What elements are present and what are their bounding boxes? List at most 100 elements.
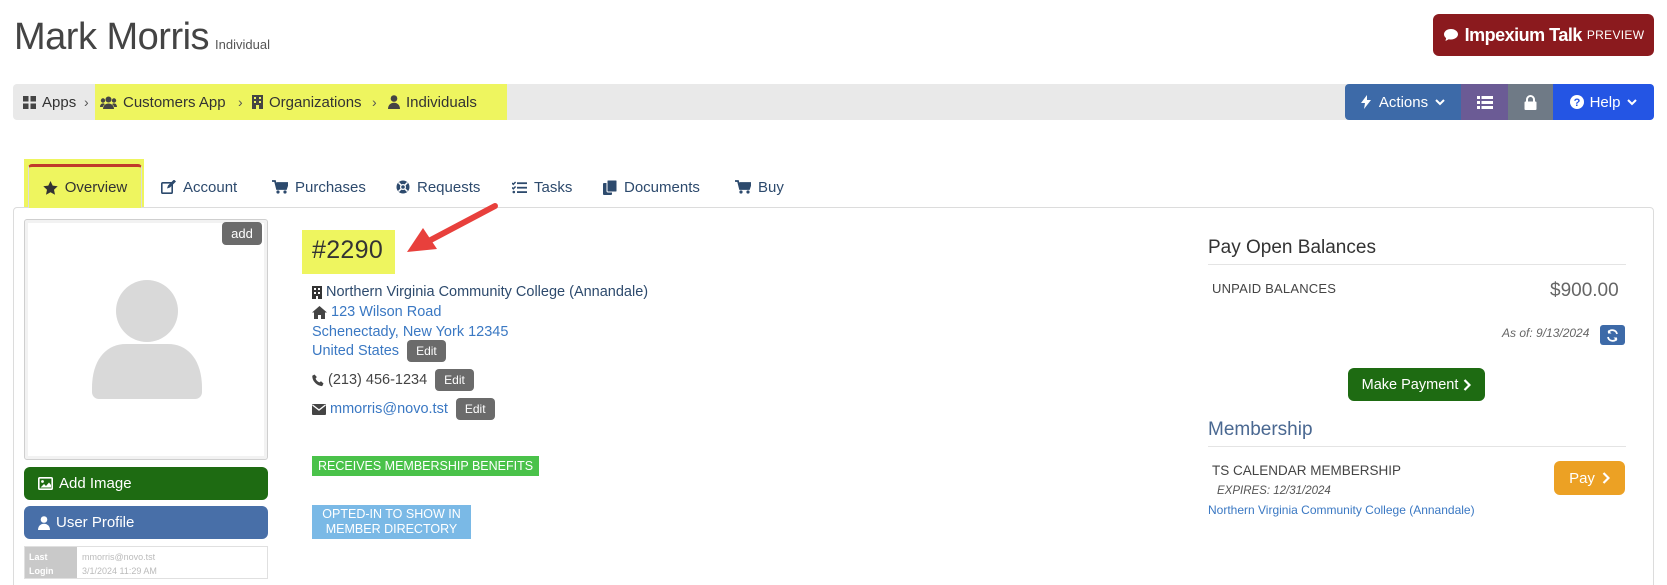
chat-icon [1443,29,1458,41]
building-icon [252,95,263,109]
image-icon [38,477,53,490]
breadcrumb-individuals[interactable]: Individuals [388,84,477,120]
talk-preview-label: PREVIEW [1586,28,1645,42]
user-placeholder-icon [92,280,202,399]
last-login-value: mmorris@novo.tst 3/1/2024 11:29 AM [82,552,157,576]
user-icon [388,95,400,109]
tab-buy[interactable]: Buy [735,172,784,202]
edit-address-button[interactable]: Edit [407,340,446,362]
edit-email-button[interactable]: Edit [455,398,495,420]
breadcrumb-apps[interactable]: Apps [23,84,76,120]
email-address[interactable]: mmorris@novo.tst [330,401,448,417]
breadcrumb-organizations[interactable]: Organizations [252,84,362,120]
bolt-icon [1360,95,1371,109]
email-line: mmorris@novo.tst Edit [312,398,495,420]
tab-label: Purchases [295,178,366,196]
tab-purchases[interactable]: Purchases [272,172,366,202]
membership-name: TS CALENDAR MEMBERSHIP [1212,463,1402,478]
edit-phone-button[interactable]: Edit [435,369,474,391]
membership-organization[interactable]: Northern Virginia Community College (Ann… [1208,503,1475,517]
breadcrumb-label: Individuals [406,93,477,111]
question-circle-icon: ? [1569,95,1584,109]
star-icon [43,180,58,195]
chevron-right-icon: › [372,94,377,110]
breadcrumb-label: Organizations [269,93,362,111]
envelope-icon [312,403,326,415]
tab-label: Tasks [534,178,573,196]
chevron-right-icon: › [238,94,243,110]
tab-label: Documents [624,178,700,196]
last-login-table: Last Login mmorris@novo.tst 3/1/2024 11:… [24,546,268,579]
chevron-right-icon [1602,472,1610,484]
profile-image [24,219,268,460]
breadcrumb-customers-app[interactable]: Customers App [100,84,226,120]
unpaid-balances-label: UNPAID BALANCES [1212,281,1337,296]
pay-label: Pay [1569,469,1595,487]
organization-line: Northern Virginia Community College (Ann… [312,284,648,300]
address-street[interactable]: 123 Wilson Road [331,304,441,320]
make-payment-button[interactable]: Make Payment [1348,368,1485,401]
as-of-date: As of: 9/13/2024 [1502,326,1590,340]
make-payment-label: Make Payment [1361,376,1459,393]
tab-label: Overview [64,179,128,196]
last-login-label: Last Login [25,547,77,578]
organization-name[interactable]: Northern Virginia Community College (Ann… [326,284,648,300]
lock-icon [1524,94,1537,110]
impexium-talk-button[interactable]: Impexium Talk PREVIEW [1433,14,1654,56]
tab-account[interactable]: Account [161,172,237,202]
refresh-button[interactable] [1600,325,1625,345]
talk-label: Impexium Talk [1464,24,1583,45]
users-icon [100,96,117,109]
page-title: Mark Morris Individual [14,16,270,59]
phone-icon [312,374,324,386]
breadcrumb-label: Customers App [123,93,226,111]
svg-text:?: ? [1573,97,1580,109]
cart-icon [272,180,288,194]
divider [1208,446,1626,447]
lock-button[interactable] [1508,84,1553,120]
chevron-down-icon [1627,98,1638,105]
chevron-right-icon: › [84,94,89,110]
divider [1208,264,1626,265]
documents-icon [603,179,617,195]
refresh-icon [1607,328,1618,342]
membership-title: Membership [1208,419,1313,440]
user-profile-button[interactable]: User Profile [24,506,268,539]
chevron-right-icon [1464,378,1472,391]
membership-expires: EXPIRES: 12/31/2024 [1217,485,1331,497]
building-icon [312,285,322,299]
membership-pay-button[interactable]: Pay [1554,461,1625,495]
tab-label: Account [183,178,238,196]
address-line-2: Schenectady, New York 12345 [312,324,508,340]
tab-overview[interactable]: Overview [28,164,142,208]
cart-icon [735,180,751,194]
tab-requests[interactable]: Requests [396,172,480,202]
add-image-label: Add Image [59,475,132,492]
tab-documents[interactable]: Documents [603,172,700,202]
actions-button[interactable]: Actions [1345,84,1461,120]
customer-type: Individual [215,37,270,52]
list-icon [1476,95,1493,109]
add-image-button[interactable]: Add Image [24,467,268,500]
member-directory-badge: OPTED-IN TO SHOW IN MEMBER DIRECTORY [312,505,471,539]
add-image-badge[interactable]: add [222,222,262,245]
phone-number: (213) 456-1234 [328,372,428,388]
pay-open-balances-title: Pay Open Balances [1208,237,1376,258]
home-icon [312,305,327,319]
list-view-button[interactable] [1461,84,1508,120]
customer-id: #2290 [312,236,384,264]
address-line-1: 123 Wilson Road [312,304,441,320]
annotation-arrow [407,203,498,252]
grid-icon [23,95,36,109]
tasks-icon [512,180,527,193]
breadcrumb-label: Apps [42,93,77,111]
help-label: Help [1589,93,1621,111]
user-profile-label: User Profile [56,514,135,531]
help-button[interactable]: ? Help [1553,84,1654,120]
tab-tasks[interactable]: Tasks [512,172,572,202]
unpaid-balances-amount: $900.00 [1550,280,1619,301]
address-city[interactable]: Schenectady, New York 12345 [312,324,508,340]
tab-label: Buy [758,178,784,196]
membership-benefits-badge: RECEIVES MEMBERSHIP BENEFITS [312,456,540,476]
address-country[interactable]: United States [312,343,399,359]
